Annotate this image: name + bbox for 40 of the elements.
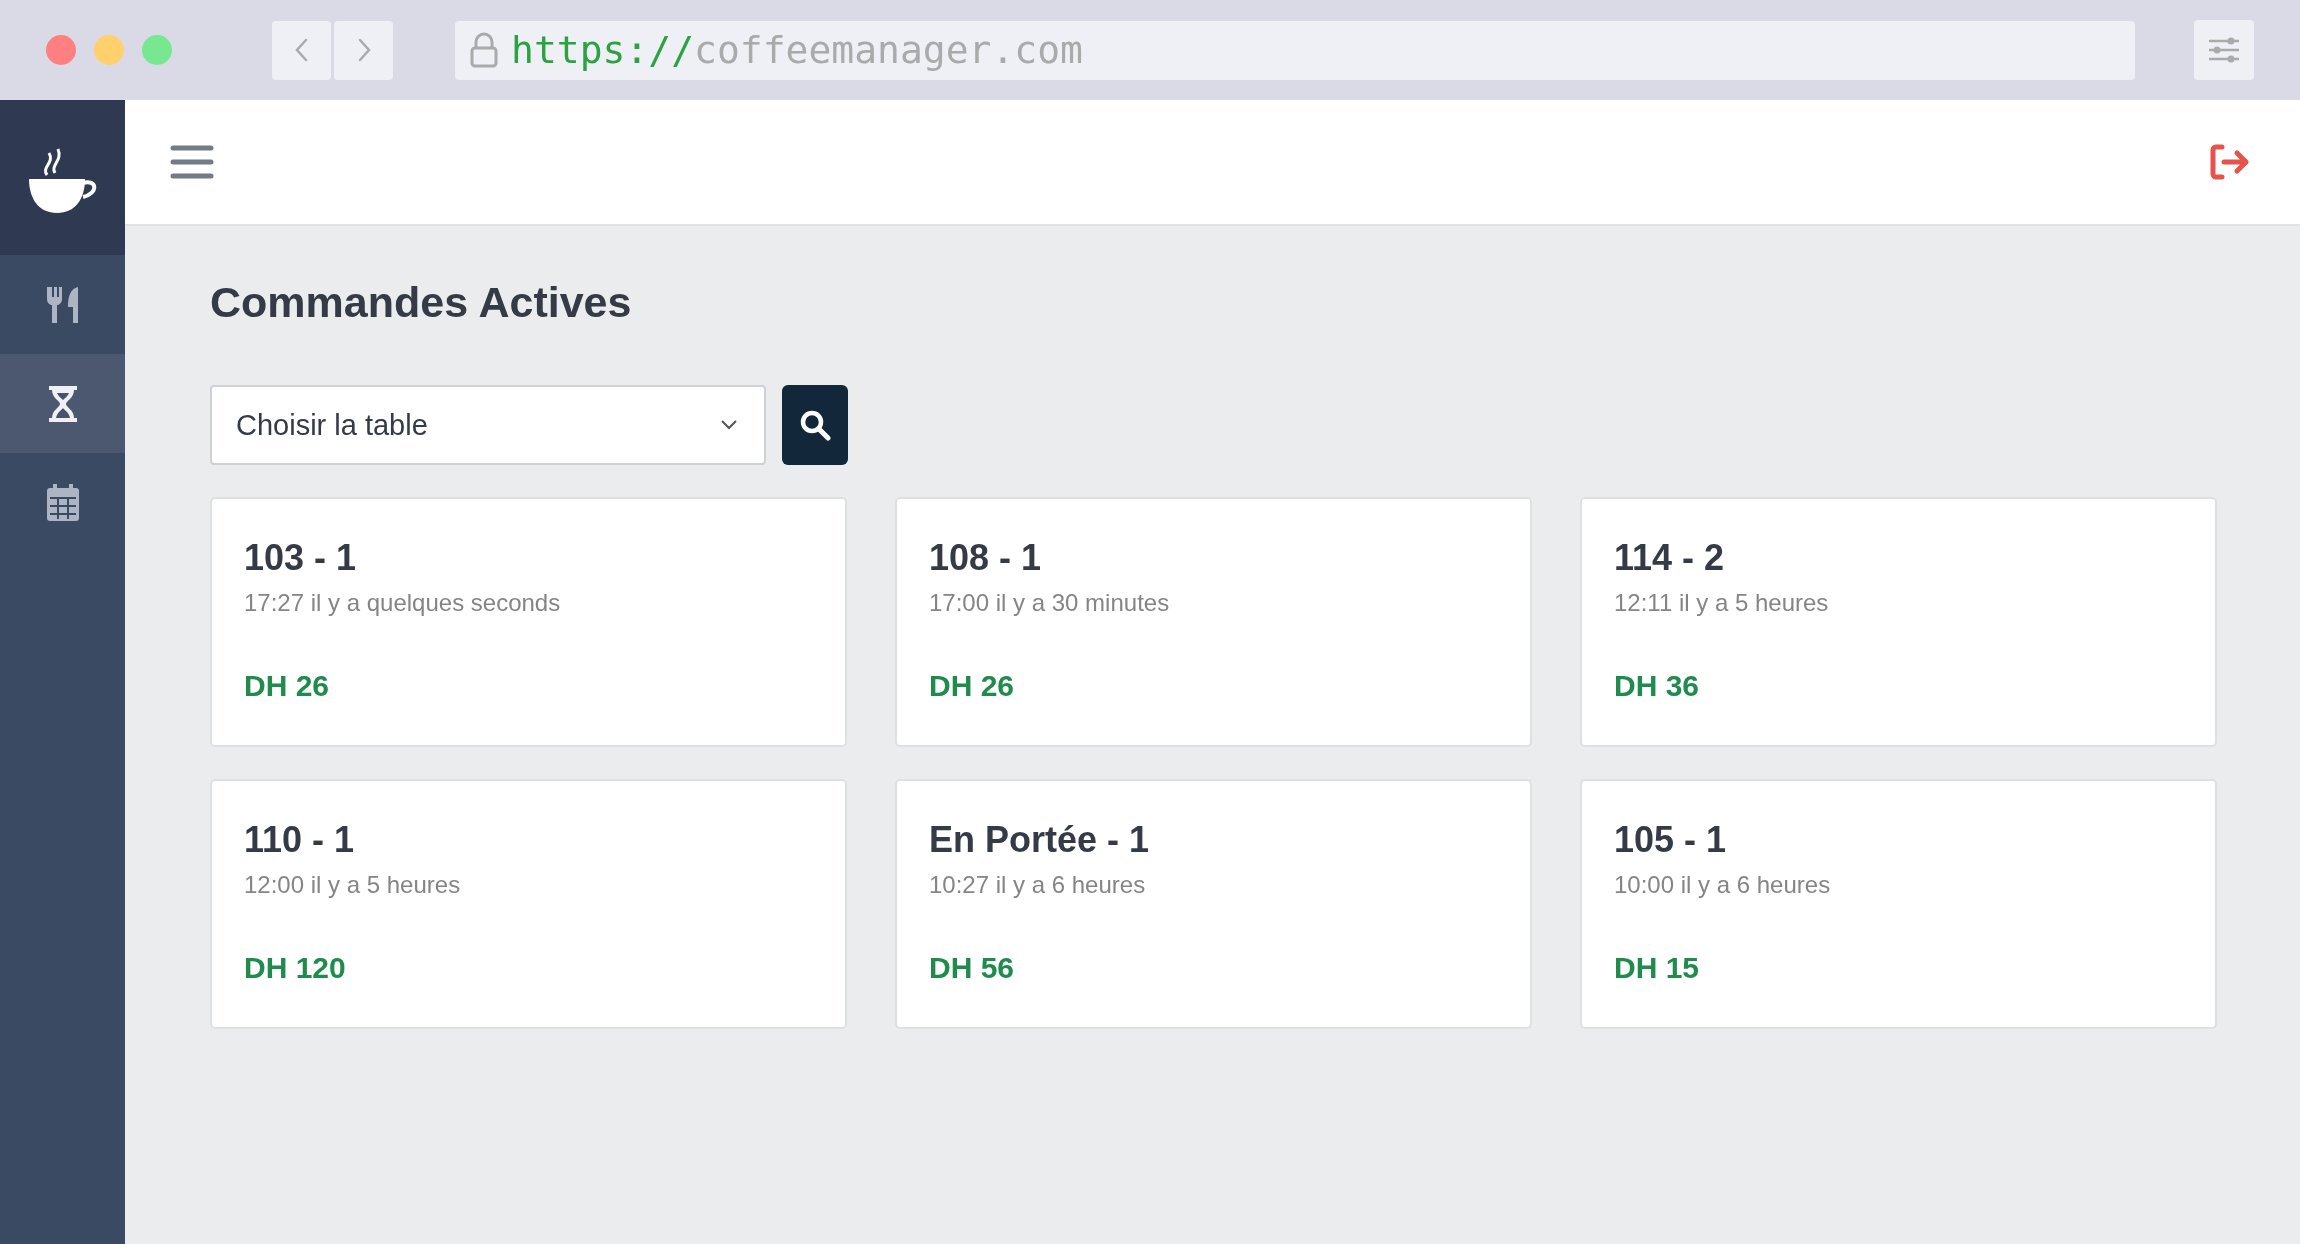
order-total: DH 56: [929, 951, 1016, 985]
order-total: DH 15: [1614, 951, 1701, 985]
order-time: 12:00 il y a 5 heures: [244, 871, 462, 899]
order-time: 17:00 il y a 30 minutes: [929, 589, 1171, 617]
maximize-window-dot[interactable]: [142, 35, 172, 65]
minimize-window-dot[interactable]: [94, 35, 124, 65]
order-card[interactable]: 105 - 1 10:00 il y a 6 heures DH 15: [1580, 779, 2217, 1029]
order-time: 10:00 il y a 6 heures: [1614, 871, 1832, 899]
order-time: 17:27 il y a quelques seconds: [244, 589, 562, 617]
order-card[interactable]: 108 - 1 17:00 il y a 30 minutes DH 26: [895, 497, 1532, 747]
order-name: 108 - 1: [929, 537, 1043, 579]
order-name: En Portée - 1: [929, 819, 1151, 861]
chevron-down-icon: [720, 419, 738, 431]
menu-button[interactable]: [170, 143, 214, 181]
search-icon: [799, 409, 831, 441]
search-button[interactable]: [782, 385, 848, 465]
order-total: DH 26: [929, 669, 1016, 703]
order-card[interactable]: 110 - 1 12:00 il y a 5 heures DH 120: [210, 779, 847, 1029]
order-total: DH 26: [244, 669, 331, 703]
hourglass-icon: [46, 383, 79, 424]
sidebar-item[interactable]: [0, 354, 125, 453]
order-time: 10:27 il y a 6 heures: [929, 871, 1147, 899]
order-total: DH 120: [244, 951, 347, 985]
order-total: DH 36: [1614, 669, 1701, 703]
menu-icon: [170, 143, 214, 181]
lock-icon: [469, 31, 499, 69]
calendar-icon: [44, 482, 81, 523]
order-card[interactable]: En Portée - 1 10:27 il y a 6 heures DH 56: [895, 779, 1532, 1029]
order-name: 105 - 1: [1614, 819, 1728, 861]
order-name: 103 - 1: [244, 537, 358, 579]
order-time: 12:11 il y a 5 heures: [1614, 589, 1830, 617]
sliders-icon: [2207, 35, 2241, 65]
order-name: 114 - 2: [1614, 537, 1726, 579]
order-card[interactable]: 114 - 2 12:11 il y a 5 heures DH 36: [1580, 497, 2217, 747]
order-name: 110 - 1: [244, 819, 356, 861]
page-title: Commandes Actives: [210, 278, 633, 327]
close-window-dot[interactable]: [46, 35, 76, 65]
table-select[interactable]: Choisir la table: [210, 385, 766, 465]
settings-button[interactable]: [2194, 20, 2254, 80]
order-card[interactable]: 103 - 1 17:27 il y a quelques seconds DH 26: [210, 497, 847, 747]
